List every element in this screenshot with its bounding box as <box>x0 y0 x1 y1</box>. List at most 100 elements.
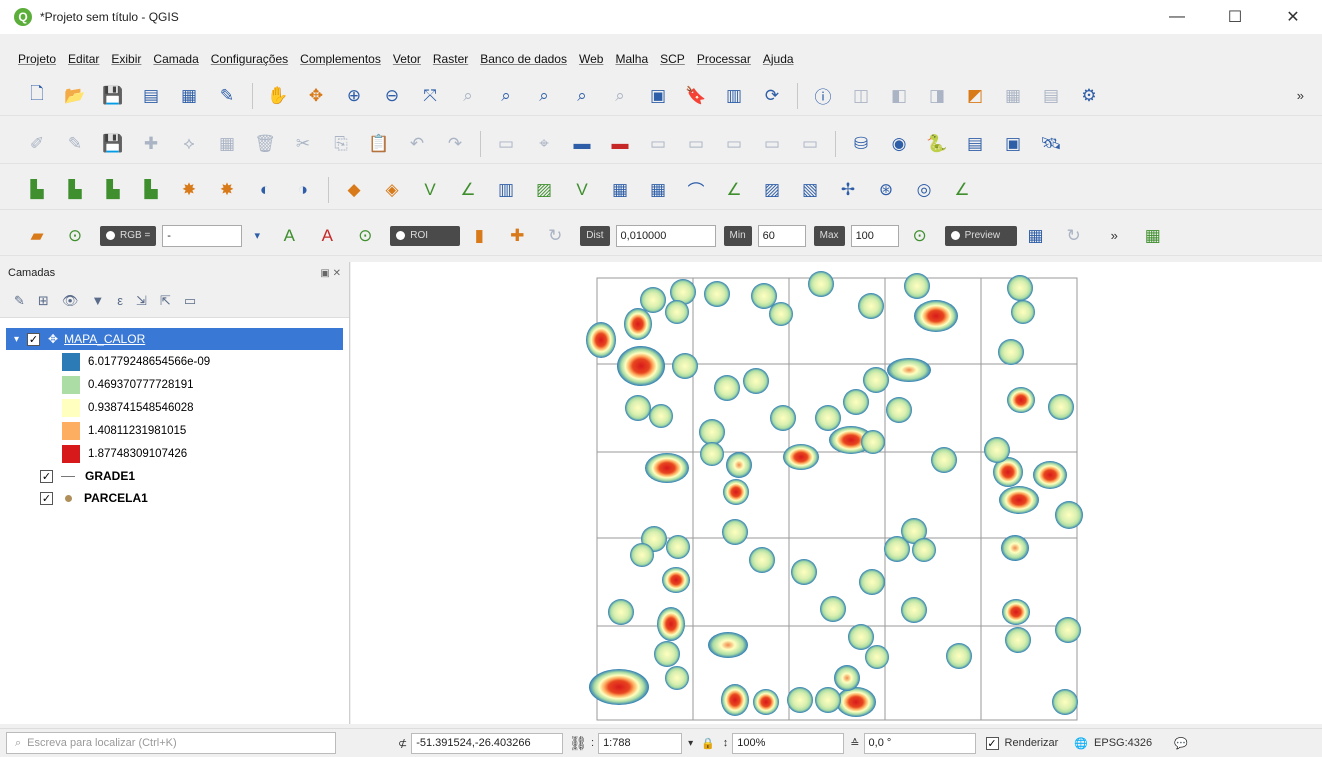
collapse-all-icon[interactable]: ⇱ <box>160 293 171 309</box>
scale-dropdown-icon[interactable]: ▾ <box>688 738 693 749</box>
scp-preview-zoom-icon[interactable]: ⊙ <box>907 223 933 249</box>
label-pin-icon[interactable]: ⌖ <box>531 131 557 157</box>
zoom-out-icon[interactable]: ⊖ <box>379 83 405 109</box>
split-features-icon[interactable]: ◈ <box>379 177 405 203</box>
zoom-layer-icon[interactable]: ⌕ <box>493 83 519 109</box>
add-line-layer-icon[interactable]: ▙ <box>100 177 126 203</box>
lock-scale-icon[interactable]: 🔒 <box>701 737 715 750</box>
toggle-editing-icon[interactable]: ✎ <box>62 131 88 157</box>
dock-icon[interactable]: ▣ <box>1000 131 1026 157</box>
menu-editar[interactable]: Editar <box>68 52 99 66</box>
coordinate-field[interactable]: -51.391524,-26.403266 <box>411 732 564 754</box>
toolbar-overflow-icon[interactable]: » <box>1297 88 1304 103</box>
expand-all-icon[interactable]: ⇲ <box>136 293 147 309</box>
new-geopackage-icon[interactable]: ✸ <box>214 177 240 203</box>
scale-field[interactable]: 1:788 <box>598 732 683 754</box>
filter-legend-icon[interactable]: ▼ <box>91 293 104 308</box>
new-shapefile-icon[interactable]: ✸ <box>176 177 202 203</box>
label-properties-icon[interactable]: ▭ <box>759 131 785 157</box>
python-console-icon[interactable]: 🐍 <box>924 131 950 157</box>
add-wms-icon[interactable]: ◐ <box>252 177 278 203</box>
pan-to-selection-icon[interactable]: ✥ <box>303 83 329 109</box>
menu-complementos[interactable]: Complementos <box>300 52 381 66</box>
reshape-icon[interactable]: ∠ <box>455 177 481 203</box>
scp-band-red-icon[interactable]: A <box>314 223 340 249</box>
add-ring-icon[interactable]: V <box>417 177 443 203</box>
show-bookmarks-icon[interactable]: ▥ <box>721 83 747 109</box>
delete-part-icon[interactable]: ▧ <box>797 177 823 203</box>
label-change-icon[interactable]: ▭ <box>683 131 709 157</box>
remove-layer-icon[interactable]: ▭ <box>184 293 196 309</box>
menu-projeto[interactable]: Projeto <box>18 52 56 66</box>
rgb-dropdown-icon[interactable]: ▾ <box>250 223 264 249</box>
rotation-field[interactable]: 0,0 ° <box>863 732 976 754</box>
add-polygon-layer-icon[interactable]: ▙ <box>138 177 164 203</box>
scp-main-icon[interactable]: ▰ <box>24 223 50 249</box>
simplify-icon[interactable]: ▨ <box>531 177 557 203</box>
label-tool-icon[interactable]: ▭ <box>493 131 519 157</box>
magnifier-field[interactable]: 100% <box>732 732 845 754</box>
attributes-menu-icon[interactable]: ◫ <box>848 83 874 109</box>
layer-visibility-checkbox[interactable]: ✓ <box>27 332 41 346</box>
menu-scp[interactable]: SCP <box>660 52 685 66</box>
copy-move-icon[interactable]: ✢ <box>835 177 861 203</box>
paste-features-icon[interactable]: 📋 <box>366 131 392 157</box>
trim-extend-icon[interactable]: ⌒ <box>683 177 709 203</box>
pan-hand-icon[interactable]: ✋ <box>265 83 291 109</box>
calculator-icon[interactable]: ▦ <box>1140 223 1166 249</box>
messages-icon[interactable]: 💬 <box>1174 737 1188 750</box>
statistics-icon[interactable]: ▤ <box>1038 83 1064 109</box>
zoom-full-icon[interactable]: ⤧ <box>417 83 443 109</box>
circle-tool-icon[interactable]: ◎ <box>911 177 937 203</box>
preview-label[interactable]: Preview <box>944 225 1017 246</box>
undo-icon[interactable]: ↶ <box>404 131 430 157</box>
minimize-button[interactable]: — <box>1148 0 1206 34</box>
menu-ajuda[interactable]: Ajuda <box>763 52 794 66</box>
add-feature-icon[interactable]: ✚ <box>138 131 164 157</box>
layer-visibility-checkbox[interactable]: ✓ <box>40 469 53 483</box>
offset-curve-icon[interactable]: ▥ <box>493 177 519 203</box>
scp-roi-add-icon[interactable]: ✚ <box>504 223 530 249</box>
manage-visibility-icon[interactable]: 👁 <box>62 293 79 309</box>
menu-exibir[interactable]: Exibir <box>111 52 141 66</box>
scp-roi-redo-icon[interactable]: ↻ <box>542 223 568 249</box>
layer-item-parcela1[interactable]: ✓ PARCELA1 <box>0 487 349 509</box>
new-map-view-icon[interactable]: ▣ <box>645 83 671 109</box>
pca-icon[interactable]: ▤ <box>962 131 988 157</box>
current-edits-icon[interactable]: ✐ <box>24 131 50 157</box>
attribute-table-icon[interactable]: ▦ <box>1000 83 1026 109</box>
add-point-layer-icon[interactable]: ▙ <box>62 177 88 203</box>
label-move-icon[interactable]: ▬ <box>607 131 633 157</box>
menu-processar[interactable]: Processar <box>697 52 751 66</box>
cut-features-icon[interactable]: ✂ <box>290 131 316 157</box>
menu-banco-de-dados[interactable]: Banco de dados <box>480 52 567 66</box>
layer-item-grade1[interactable]: ✓ GRADE1 <box>0 465 349 487</box>
georeferencer-icon[interactable]: ◉ <box>886 131 912 157</box>
max-input[interactable]: 100 <box>850 224 899 247</box>
add-layer-icon[interactable]: ▙ <box>24 177 50 203</box>
panel-dock-buttons[interactable]: ▣ ✕ <box>320 268 341 279</box>
collapse-arrow-icon[interactable]: ▾ <box>14 334 19 345</box>
label-highlight-icon[interactable]: ▬ <box>569 131 595 157</box>
save-project-icon[interactable]: 💾 <box>100 83 126 109</box>
scale-feature-icon[interactable]: ▦ <box>645 177 671 203</box>
database-icon[interactable]: ⛁ <box>848 131 874 157</box>
layout-manager-icon[interactable]: ▦ <box>176 83 202 109</box>
zoom-last-icon[interactable]: ⌕ <box>569 83 595 109</box>
redo-icon[interactable]: ↷ <box>442 131 468 157</box>
scp-preview-redo-icon[interactable]: ↻ <box>1061 223 1087 249</box>
scp-zoom-roi-icon[interactable]: ⊙ <box>352 223 378 249</box>
zoom-in-icon[interactable]: ⊕ <box>341 83 367 109</box>
label-show-hide-icon[interactable]: ▭ <box>721 131 747 157</box>
satellite-icon[interactable]: 🛰 <box>1038 131 1064 157</box>
add-wfs-icon[interactable]: ◑ <box>290 177 316 203</box>
delete-selected-icon[interactable]: 🗑 <box>252 131 278 157</box>
scp-zoom-icon[interactable]: ⊙ <box>62 223 88 249</box>
menu-configuracoes[interactable]: Configurações <box>211 52 288 66</box>
new-bookmark-icon[interactable]: 🔖 <box>683 83 709 109</box>
map-canvas[interactable] <box>351 262 1322 724</box>
filter-expression-icon[interactable]: ε <box>117 293 123 308</box>
merge-features-icon[interactable]: ◆ <box>341 177 367 203</box>
scp-band-icon[interactable]: A <box>276 223 302 249</box>
render-checkbox[interactable]: ✓ <box>985 736 999 750</box>
